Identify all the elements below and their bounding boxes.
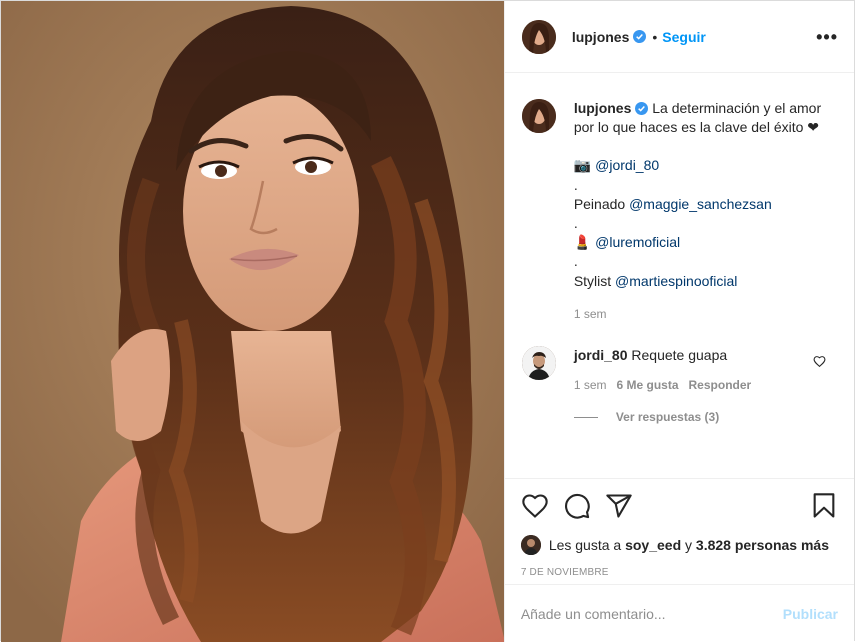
verified-badge-icon xyxy=(633,30,647,43)
comment-like-heart-icon[interactable] xyxy=(813,355,826,368)
comments-list[interactable]: lupjones La determinación y el amor por … xyxy=(505,73,854,478)
replies-divider xyxy=(573,416,598,418)
mention-photographer[interactable]: @jordi_80 xyxy=(595,157,659,173)
likes-prefix: Les gusta a xyxy=(548,537,622,553)
caption-body: lupjones La determinación y el amor por … xyxy=(574,99,836,324)
header-separator: • xyxy=(652,28,658,45)
heart-icon[interactable] xyxy=(521,492,549,520)
comment-likes[interactable]: 6 Me gusta xyxy=(617,378,679,392)
comment-meta: 1 sem 6 Me gusta Responder xyxy=(574,378,804,392)
likes-text: Les gusta a soy_eed y 3.828 personas más xyxy=(549,537,829,553)
commenter-username[interactable]: jordi_80 xyxy=(574,347,628,363)
author-username[interactable]: lupjones xyxy=(572,29,630,45)
post-photo[interactable] xyxy=(1,1,504,642)
comment-text: Requete guapa xyxy=(631,347,728,364)
post-side-panel: lupjones • Seguir ••• lupjones La determ… xyxy=(503,1,854,642)
view-replies-label[interactable]: Ver respuestas (3) xyxy=(616,410,719,424)
view-replies-button[interactable]: Ver respuestas (3) xyxy=(573,410,838,424)
likes-summary: Les gusta a soy_eed y 3.828 personas más xyxy=(505,532,854,558)
verified-badge-icon xyxy=(635,102,649,115)
comment-bubble-icon[interactable] xyxy=(563,492,591,520)
mention-hair[interactable]: @maggie_sanchezsan xyxy=(629,196,772,212)
post-header: lupjones • Seguir ••• xyxy=(504,1,854,73)
caption-dot: . xyxy=(573,215,578,232)
caption-dot: . xyxy=(573,176,578,193)
instagram-post: lupjones • Seguir ••• lupjones La determ… xyxy=(0,0,855,642)
likes-count[interactable]: 3.828 personas más xyxy=(696,537,829,553)
reply-button[interactable]: Responder xyxy=(689,378,752,392)
portrait-illustration xyxy=(1,1,504,642)
commenter-avatar[interactable] xyxy=(521,346,556,381)
mention-makeup[interactable]: @luremoficial xyxy=(595,234,680,250)
caption-time[interactable]: 1 sem xyxy=(574,305,836,324)
hair-credit-label: Peinado xyxy=(573,195,626,212)
comment-item: jordi_80 Requete guapa 1 sem 6 Me gusta … xyxy=(521,346,838,392)
more-options-button[interactable]: ••• xyxy=(816,28,838,46)
caption-author-avatar[interactable] xyxy=(521,99,556,133)
comment-time[interactable]: 1 sem xyxy=(574,378,607,392)
follow-button[interactable]: Seguir xyxy=(662,29,706,45)
caption-dot: . xyxy=(573,253,578,270)
photo-credit-icon: 📷 xyxy=(573,157,592,174)
add-comment-bar: Publicar xyxy=(504,584,854,642)
liker-avatar[interactable] xyxy=(520,535,541,555)
makeup-credit-icon: 💄 xyxy=(573,234,592,251)
post-caption: lupjones La determinación y el amor por … xyxy=(521,99,838,324)
author-avatar[interactable] xyxy=(521,19,556,54)
paper-plane-icon[interactable] xyxy=(605,492,633,520)
post-date[interactable]: 7 DE NOVIEMBRE xyxy=(505,562,854,584)
comment-input[interactable] xyxy=(520,605,783,622)
stylist-credit-label: Stylist xyxy=(573,272,612,289)
comment-body: jordi_80 Requete guapa 1 sem 6 Me gusta … xyxy=(574,346,804,392)
likes-middle: y xyxy=(685,537,693,553)
liker-username[interactable]: soy_eed xyxy=(625,537,681,553)
bookmark-icon[interactable] xyxy=(810,492,838,520)
action-bar xyxy=(504,478,854,532)
caption-username[interactable]: lupjones xyxy=(574,100,632,116)
publish-button[interactable]: Publicar xyxy=(783,606,838,622)
mention-stylist[interactable]: @martiespinooficial xyxy=(615,273,737,289)
